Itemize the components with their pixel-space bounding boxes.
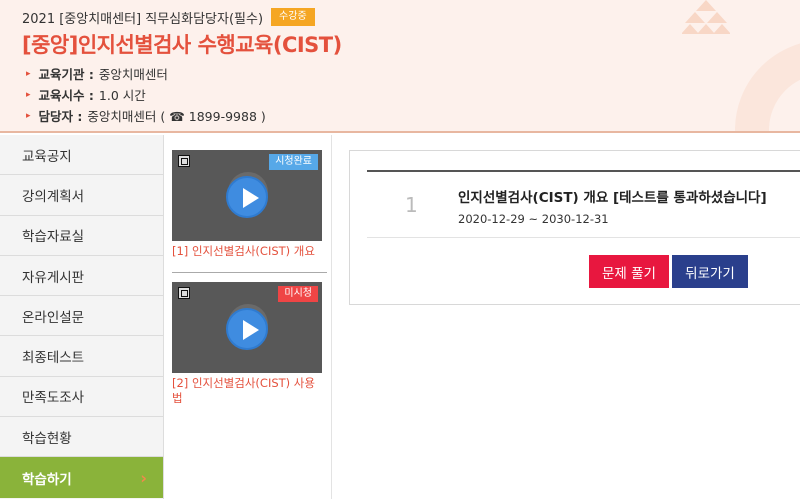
small-triangle-icon: ▸	[26, 110, 31, 121]
course-category: 2021 [중앙치매센터] 직무심화담당자(필수) 수강중	[22, 7, 315, 27]
info-label: 교육시수 :	[38, 88, 94, 103]
menu-item-board[interactable]: 자유게시판	[0, 256, 163, 297]
course-title: [중앙]인지선별검사 수행교육(CIST)	[22, 33, 342, 57]
menu-label: 강의계획서	[22, 188, 85, 205]
lecture-item-2[interactable]: 미시청 [2] 인지선별검사(CIST) 사용법	[172, 282, 324, 406]
enrollment-status-badge: 수강중	[271, 8, 315, 26]
lesson-row: 1 인지선별검사(CIST) 개요 [테스트를 통과하셨습니다] 2020-12…	[367, 172, 800, 238]
menu-item-satisfaction[interactable]: 만족도조사	[0, 377, 163, 418]
info-value: 중앙치매센터	[98, 67, 168, 82]
course-header: 2021 [중앙치매센터] 직무심화담당자(필수) 수강중 [중앙]인지선별검사…	[0, 0, 800, 133]
lecture-list: 시청완료 [1] 인지선별검사(CIST) 개요 미시청 [2] 인지선별검사(…	[164, 135, 332, 499]
lesson-period: 2020-12-29 ~ 2030-12-31	[458, 212, 609, 226]
video-thumbnail[interactable]: 시청완료	[172, 150, 322, 241]
divider	[172, 272, 327, 273]
provider-logo-icon	[178, 155, 190, 167]
decorative-triangle-icon	[682, 0, 730, 34]
menu-label: 온라인설문	[22, 309, 85, 326]
menu-label: 학습하기	[22, 471, 72, 488]
play-icon[interactable]	[226, 176, 268, 218]
menu-label: 만족도조사	[22, 390, 85, 407]
small-triangle-icon: ▸	[26, 89, 31, 100]
lecture-title[interactable]: [2] 인지선별검사(CIST) 사용법	[172, 376, 324, 406]
info-hours: ▸ 교육시수 : 1.0 시간	[26, 84, 266, 105]
info-value: 중앙치매센터 ( ☎ 1899-9988 )	[87, 109, 266, 124]
lecture-item-1[interactable]: 시청완료 [1] 인지선별검사(CIST) 개요	[172, 150, 324, 259]
info-label: 담당자 :	[38, 109, 83, 124]
lecture-title[interactable]: [1] 인지선별검사(CIST) 개요	[172, 244, 324, 259]
info-institution: ▸ 교육기관 : 중앙치매센터	[26, 63, 266, 84]
menu-item-syllabus[interactable]: 강의계획서	[0, 175, 163, 216]
provider-logo-icon	[178, 287, 190, 299]
course-menu: 교육공지 강의계획서 학습자료실 자유게시판 온라인설문 최종테스트 만족도조사…	[0, 135, 164, 499]
decorative-circle	[735, 40, 800, 131]
small-triangle-icon: ▸	[26, 68, 31, 79]
menu-item-study[interactable]: 학습하기 ›	[0, 457, 163, 498]
play-icon[interactable]	[226, 308, 268, 350]
lesson-number: 1	[405, 193, 418, 217]
video-thumbnail[interactable]: 미시청	[172, 282, 322, 373]
menu-item-final-test[interactable]: 최종테스트	[0, 336, 163, 377]
solve-quiz-button[interactable]: 문제 풀기	[589, 255, 669, 288]
back-button[interactable]: 뒤로가기	[672, 255, 748, 288]
lesson-title: 인지선별검사(CIST) 개요 [테스트를 통과하셨습니다]	[458, 190, 767, 206]
menu-item-progress[interactable]: 학습현황	[0, 417, 163, 458]
course-info-list: ▸ 교육기관 : 중앙치매센터 ▸ 교육시수 : 1.0 시간 ▸ 담당자 : …	[26, 63, 266, 126]
menu-label: 학습자료실	[22, 229, 85, 246]
info-label: 교육기관 :	[38, 67, 94, 82]
watch-status-badge: 미시청	[278, 286, 318, 302]
course-line: 2021 [중앙치매센터] 직무심화담당자(필수)	[22, 11, 264, 27]
watch-status-badge: 시청완료	[269, 154, 318, 170]
menu-item-notice[interactable]: 교육공지	[0, 135, 163, 176]
chevron-right-icon: ›	[140, 468, 147, 488]
menu-label: 학습현황	[22, 430, 72, 447]
menu-label: 최종테스트	[22, 350, 85, 367]
lesson-panel: 1 인지선별검사(CIST) 개요 [테스트를 통과하셨습니다] 2020-12…	[349, 150, 800, 305]
menu-item-materials[interactable]: 학습자료실	[0, 216, 163, 256]
info-value: 1.0 시간	[98, 88, 146, 103]
info-contact: ▸ 담당자 : 중앙치매센터 ( ☎ 1899-9988 )	[26, 105, 266, 126]
menu-item-survey[interactable]: 온라인설문	[0, 296, 163, 337]
menu-label: 자유게시판	[22, 269, 85, 286]
menu-label: 교육공지	[22, 148, 72, 165]
